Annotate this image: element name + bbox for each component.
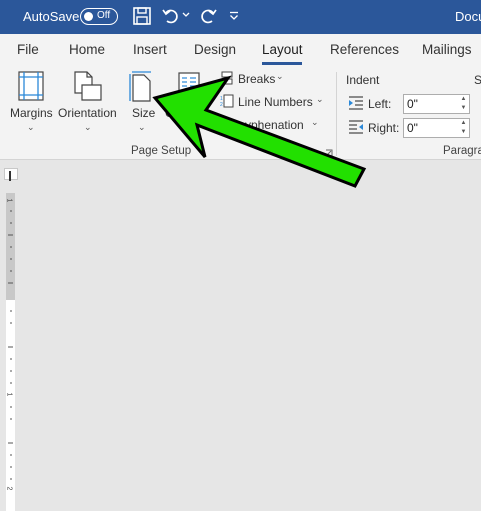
green-arrow-annotation	[152, 75, 367, 188]
